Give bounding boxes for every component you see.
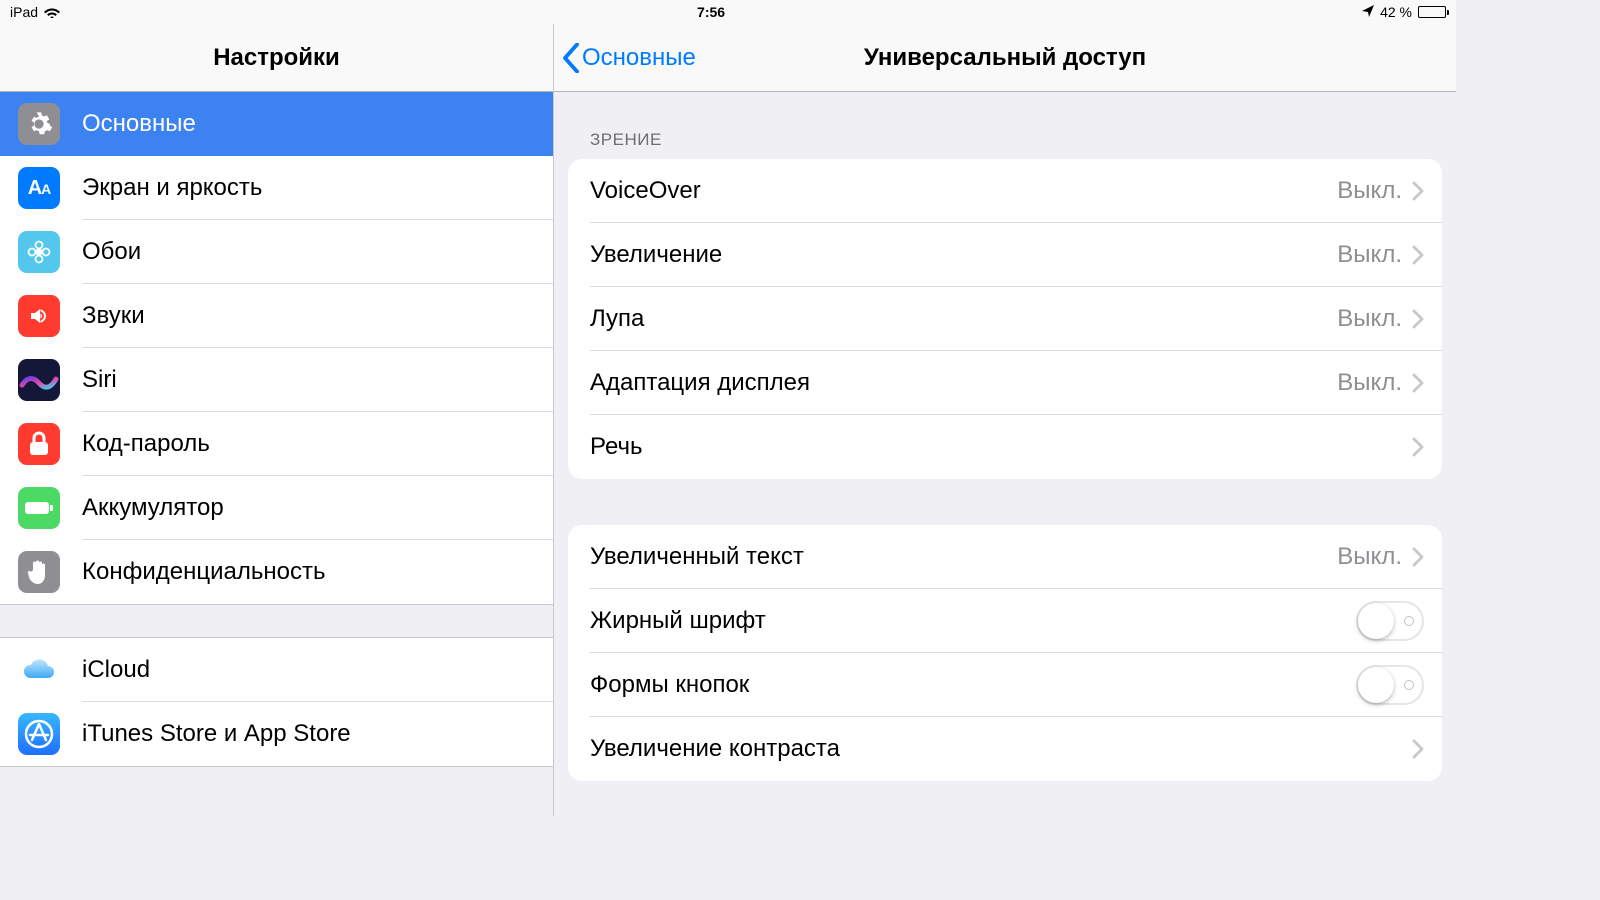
settings-sidebar: Настройки Основные AA Экран и яркость Обои З… (0, 24, 554, 816)
back-button[interactable]: Основные (562, 24, 696, 91)
sidebar-scroll[interactable]: Основные AA Экран и яркость Обои Звуки Siri Ко… (0, 92, 553, 816)
gear-icon (18, 103, 60, 145)
sidebar-item-privacy[interactable]: Конфиденциальность (0, 540, 553, 604)
hand-icon (18, 551, 60, 593)
location-icon (1362, 4, 1374, 20)
detail-pane: Основные Универсальный доступ ЗРЕНИЕVoic… (554, 24, 1456, 816)
sidebar-item-label: Звуки (82, 302, 145, 330)
row-label: Адаптация дисплея (590, 369, 1337, 397)
row-value: Выкл. (1337, 543, 1402, 571)
sidebar-item-label: Аккумулятор (82, 494, 224, 522)
battery-percent: 42 % (1380, 4, 1412, 20)
detail-header: Основные Универсальный доступ (554, 24, 1456, 92)
sidebar-item-battery[interactable]: Аккумулятор (0, 476, 553, 540)
settings-row[interactable]: Адаптация дисплеяВыкл. (568, 351, 1442, 415)
sidebar-header: Настройки (0, 24, 553, 92)
row-label: Увеличение контраста (590, 735, 1412, 763)
sidebar-item-label: Код-пароль (82, 430, 210, 458)
toggle-switch[interactable] (1356, 665, 1424, 705)
row-value: Выкл. (1337, 241, 1402, 269)
settings-row[interactable]: VoiceOverВыкл. (568, 159, 1442, 223)
toggle-switch[interactable] (1356, 601, 1424, 641)
status-bar: iPad 7:56 42 % (0, 0, 1456, 24)
chevron-right-icon (1412, 739, 1424, 759)
wifi-icon (44, 6, 60, 18)
status-time: 7:56 (697, 4, 725, 20)
detail-title: Универсальный доступ (864, 44, 1146, 72)
chevron-right-icon (1412, 181, 1424, 201)
sidebar-item-icloud[interactable]: iCloud (0, 638, 553, 702)
settings-row[interactable]: УвеличениеВыкл. (568, 223, 1442, 287)
sidebar-item-display[interactable]: AA Экран и яркость (0, 156, 553, 220)
sidebar-item-siri[interactable]: Siri (0, 348, 553, 412)
sidebar-item-label: Основные (82, 110, 196, 138)
row-value: Выкл. (1337, 305, 1402, 333)
section-header: ЗРЕНИЕ (554, 92, 1456, 159)
row-label: Жирный шрифт (590, 607, 1356, 635)
battery-icon (1418, 6, 1446, 18)
speaker-icon (18, 295, 60, 337)
settings-row[interactable]: Формы кнопок (568, 653, 1442, 717)
sidebar-item-label: Обои (82, 238, 141, 266)
aa-icon: AA (18, 167, 60, 209)
sidebar-item-sounds[interactable]: Звуки (0, 284, 553, 348)
chevron-right-icon (1412, 373, 1424, 393)
chevron-right-icon (1412, 309, 1424, 329)
chevron-right-icon (1412, 245, 1424, 265)
row-value: Выкл. (1337, 177, 1402, 205)
sidebar-item-label: Экран и яркость (82, 174, 262, 202)
settings-row[interactable]: Увеличенный текстВыкл. (568, 525, 1442, 589)
row-value: Выкл. (1337, 369, 1402, 397)
row-label: Лупа (590, 305, 1337, 333)
cloud-icon (18, 649, 60, 691)
settings-row[interactable]: Речь (568, 415, 1442, 479)
row-label: Увеличенный текст (590, 543, 1337, 571)
chevron-left-icon (562, 43, 580, 73)
row-label: Формы кнопок (590, 671, 1356, 699)
lock-icon (18, 423, 60, 465)
device-label: iPad (10, 4, 38, 20)
flower-icon (18, 231, 60, 273)
sidebar-item-passcode[interactable]: Код-пароль (0, 412, 553, 476)
sidebar-item-label: Конфиденциальность (82, 558, 325, 586)
settings-row[interactable]: Увеличение контраста (568, 717, 1442, 781)
settings-row[interactable]: Жирный шрифт (568, 589, 1442, 653)
sidebar-item-label: iTunes Store и App Store (82, 720, 351, 748)
sidebar-item-appstore[interactable]: iTunes Store и App Store (0, 702, 553, 766)
chevron-right-icon (1412, 547, 1424, 567)
settings-row[interactable]: ЛупаВыкл. (568, 287, 1442, 351)
sidebar-item-wallpaper[interactable]: Обои (0, 220, 553, 284)
back-label: Основные (582, 44, 696, 72)
siri-icon (18, 359, 60, 401)
detail-scroll[interactable]: ЗРЕНИЕVoiceOverВыкл.УвеличениеВыкл.ЛупаВ… (554, 92, 1456, 816)
sidebar-title: Настройки (213, 44, 340, 72)
chevron-right-icon (1412, 437, 1424, 457)
battery-icon (18, 487, 60, 529)
sidebar-item-general[interactable]: Основные (0, 92, 553, 156)
row-label: Увеличение (590, 241, 1337, 269)
row-label: VoiceOver (590, 177, 1337, 205)
appstore-icon (18, 713, 60, 755)
sidebar-item-label: Siri (82, 366, 117, 394)
row-label: Речь (590, 433, 1412, 461)
sidebar-item-label: iCloud (82, 656, 150, 684)
